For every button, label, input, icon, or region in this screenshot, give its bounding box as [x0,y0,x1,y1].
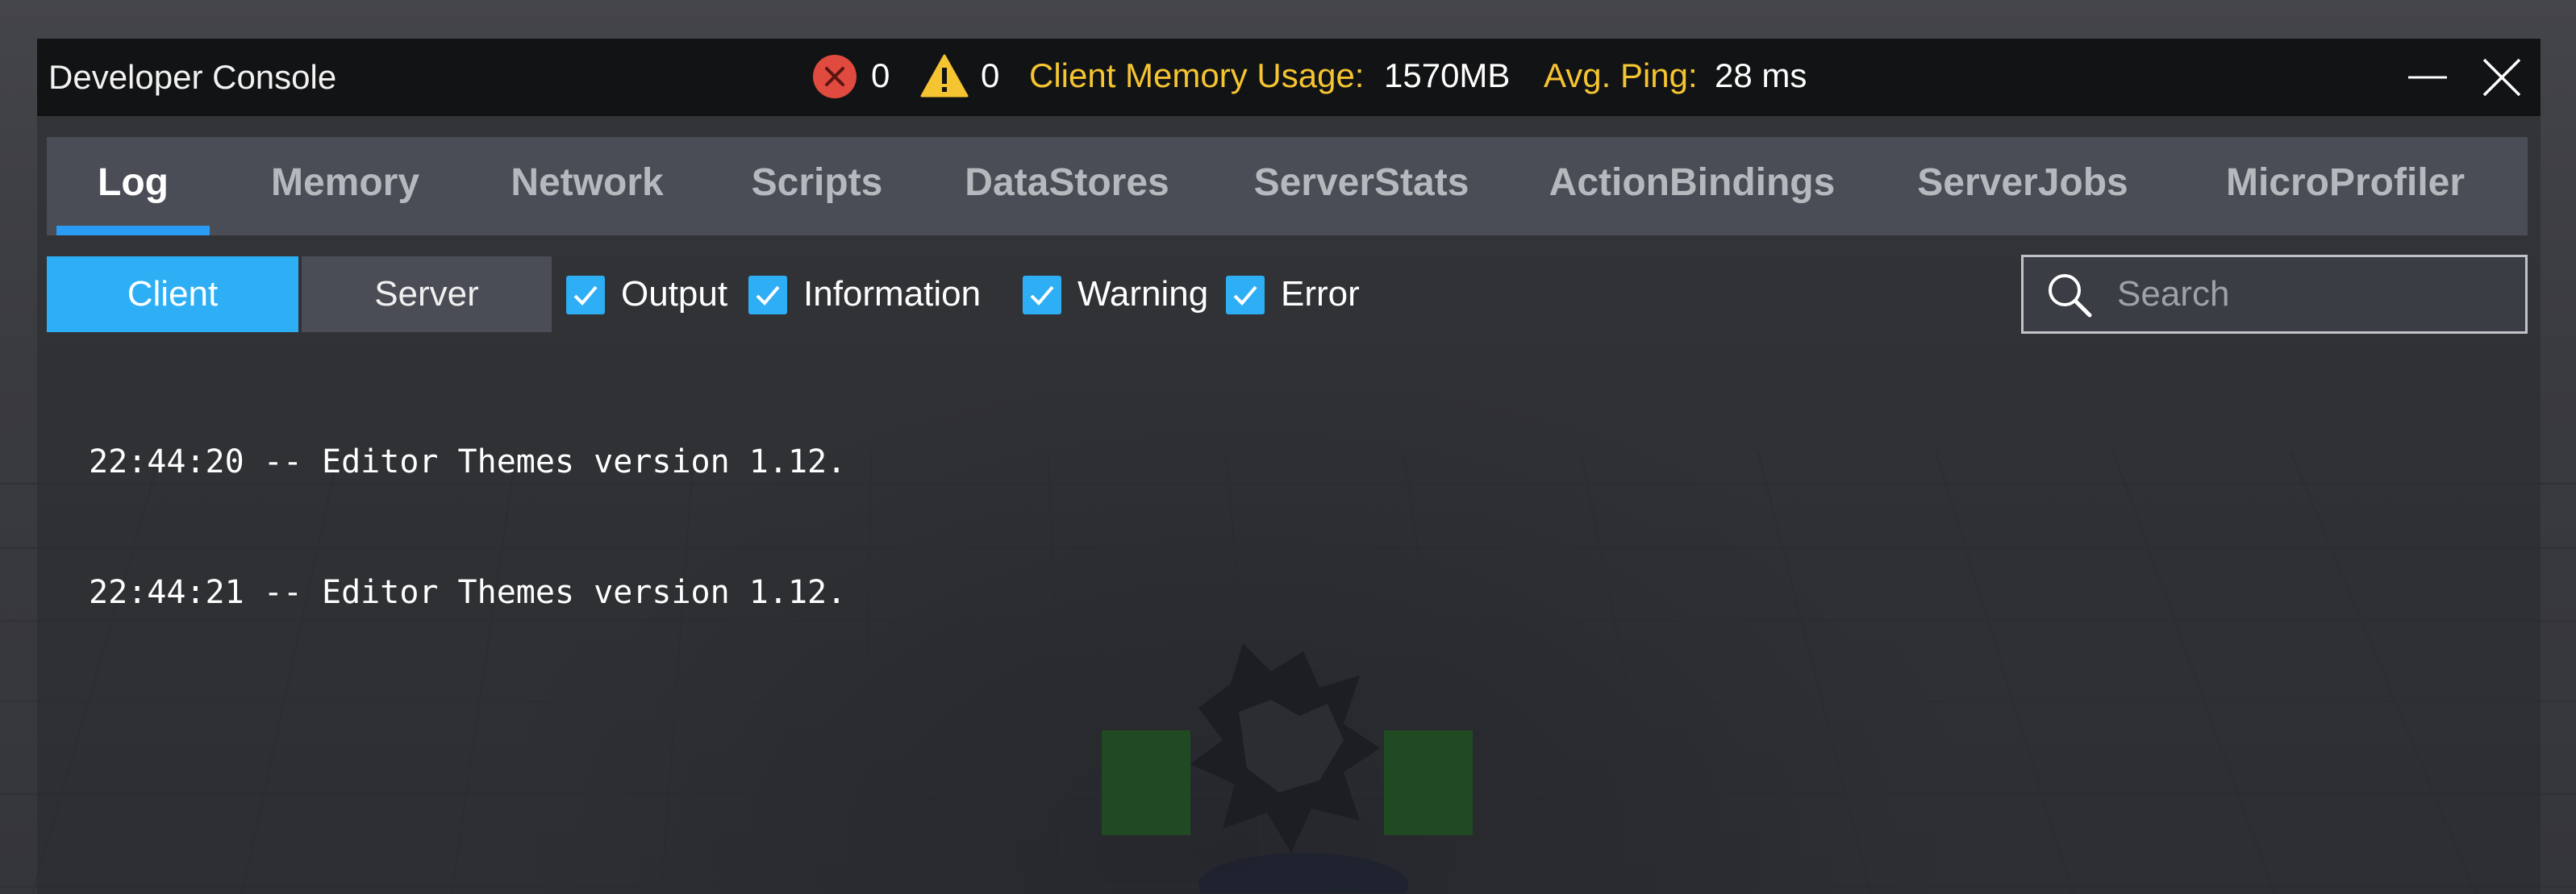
information-checkbox[interactable] [748,276,787,314]
active-tab-indicator [56,226,210,235]
close-icon[interactable] [2478,53,2526,102]
checkmark-icon [756,285,780,306]
information-label: Information [803,274,982,314]
tab-log[interactable]: Log [56,137,210,235]
tab-bar: Log Memory Network Scripts DataStores Se… [47,137,2528,235]
error-x-circle-icon[interactable] [811,53,858,100]
tab-actionbindings[interactable]: ActionBindings [1523,137,1861,235]
log-output: 22:44:20 -- Editor Themes version 1.12. … [89,353,846,701]
output-checkbox[interactable] [566,276,605,314]
tab-memory[interactable]: Memory [224,137,466,235]
filter-warning[interactable]: Warning [1023,271,1216,319]
client-scope-button[interactable]: Client [47,256,298,332]
tab-serverjobs[interactable]: ServerJobs [1886,137,2160,235]
search-box[interactable] [2021,255,2528,334]
filter-information[interactable]: Information [748,271,990,319]
memory-usage-value: 1570MB [1384,56,1511,94]
checkmark-icon [573,285,598,306]
search-input[interactable] [2117,257,2512,331]
output-label: Output [621,274,728,314]
error-label: Error [1281,274,1360,314]
error-count: 0 [871,56,890,94]
tab-datastores[interactable]: DataStores [934,137,1200,235]
developer-console-window: Developer Console 0 0 Client Memory Usag… [37,39,2541,894]
game-character [1102,643,1473,893]
title-bar[interactable]: Developer Console 0 0 Client Memory Usag… [37,39,2541,116]
tab-serverstats[interactable]: ServerStats [1224,137,1498,235]
checkmark-icon [1030,285,1054,306]
filter-error[interactable]: Error [1226,271,1387,319]
memory-usage-label: Client Memory Usage: [1029,56,1365,94]
window-title: Developer Console [48,58,337,96]
warning-checkbox[interactable] [1023,276,1061,314]
avg-ping-value: 28 ms [1715,56,1807,94]
log-line: 22:44:21 -- Editor Themes version 1.12. [89,574,847,611]
warning-triangle-icon[interactable] [919,53,969,98]
warning-label: Warning [1078,274,1209,314]
minimize-icon[interactable] [2403,53,2452,102]
tab-microprofiler[interactable]: MicroProfiler [2184,137,2507,235]
checkmark-icon [1233,285,1257,306]
server-scope-button[interactable]: Server [302,256,552,332]
search-icon [2049,274,2092,318]
filter-output[interactable]: Output [566,271,744,319]
warning-count: 0 [981,56,1000,94]
log-line: 22:44:20 -- Editor Themes version 1.12. [89,443,847,480]
tab-scripts[interactable]: Scripts [708,137,926,235]
error-checkbox[interactable] [1226,276,1265,314]
tab-network[interactable]: Network [466,137,708,235]
avg-ping-label: Avg. Ping: [1544,56,1698,94]
